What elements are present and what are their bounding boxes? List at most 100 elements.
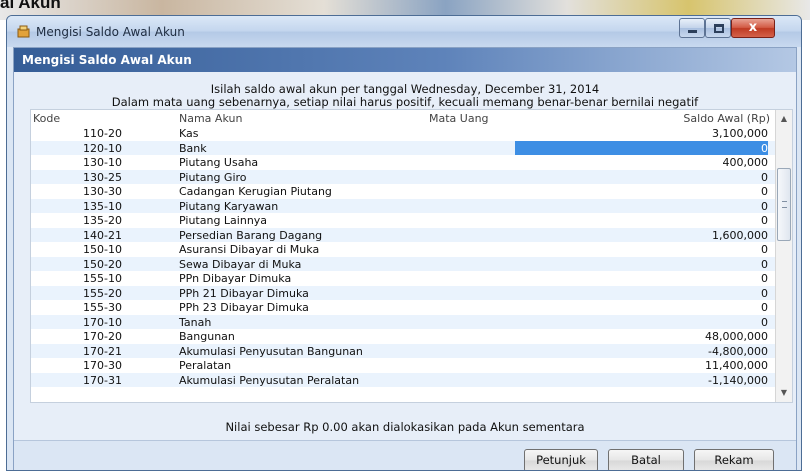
petunjuk-button[interactable]: Petunjuk xyxy=(524,449,598,470)
batal-button[interactable]: Batal xyxy=(608,449,684,470)
scroll-down-icon[interactable]: ▼ xyxy=(778,386,790,400)
cell-saldo-awal[interactable]: 0 xyxy=(761,301,768,314)
cell-saldo-awal[interactable]: 0 xyxy=(761,200,768,213)
cell-kode: 150-20 xyxy=(83,257,122,271)
rekam-button[interactable]: Rekam xyxy=(694,449,774,470)
column-header-saldo-awal[interactable]: Saldo Awal (Rp) xyxy=(683,112,770,125)
cell-nama-akun: Bank xyxy=(179,141,207,155)
cell-saldo-awal[interactable]: 11,400,000 xyxy=(705,359,768,372)
intro-text-date: Isilah saldo awal akun per tanggal Wedne… xyxy=(210,82,600,96)
allocation-note: Nilai sebesar Rp 0.00 akan dialokasikan … xyxy=(225,420,585,434)
cell-kode: 155-20 xyxy=(83,286,122,300)
cell-nama-akun: Piutang Lainnya xyxy=(179,214,268,227)
table-row[interactable]: 170-10 Tanah 0 xyxy=(31,314,776,329)
dialog-client: Mengisi Saldo Awal Akun Isilah saldo awa… xyxy=(13,47,797,470)
table-row[interactable]: 170-31 Akumulasi Penyusutan Peralatan -1,1… xyxy=(31,372,776,387)
minimize-button[interactable] xyxy=(679,18,705,38)
minimize-icon xyxy=(688,30,697,33)
table-row[interactable]: 150-20 Sewa Dibayar di Muka 0 xyxy=(31,256,776,271)
column-header-kode[interactable]: Kode xyxy=(33,112,60,125)
cell-saldo-awal[interactable]: 0 xyxy=(761,214,768,227)
cell-nama-akun: Piutang Usaha xyxy=(179,156,259,169)
cell-kode: 130-10 xyxy=(83,156,122,169)
cell-saldo-awal[interactable]: 0 xyxy=(761,287,768,300)
cell-nama-akun: Sewa Dibayar di Muka xyxy=(179,257,302,271)
cell-kode: 110-20 xyxy=(83,127,122,140)
table-row[interactable]: 155-30 PPh 23 Dibayar Dimuka 0 xyxy=(31,300,776,315)
cell-kode: 170-31 xyxy=(83,373,122,387)
cell-saldo-awal[interactable]: 0 xyxy=(761,272,768,285)
cell-kode: 120-10 xyxy=(83,141,122,155)
table-row[interactable]: 155-10 PPn Dibayar Dimuka 0 xyxy=(31,271,776,286)
maximize-icon xyxy=(714,24,724,33)
cell-saldo-awal[interactable]: 0 xyxy=(761,258,768,271)
window-titlebar[interactable]: Mengisi Saldo Awal Akun x xyxy=(7,16,801,47)
cell-kode: 170-30 xyxy=(83,359,122,372)
cell-nama-akun: Bangunan xyxy=(179,330,235,343)
table-row[interactable]: 130-30 Cadangan Kerugian Piutang 0 xyxy=(31,184,776,199)
cell-nama-akun: Peralatan xyxy=(179,359,232,372)
table-row[interactable]: 140-21 Persedian Barang Dagang 1,600,000 xyxy=(31,227,776,242)
table-row[interactable]: 130-10 Piutang Usaha 400,000 xyxy=(31,155,776,170)
cell-nama-akun: Kas xyxy=(179,127,199,140)
cell-kode: 130-30 xyxy=(83,185,122,198)
table-row[interactable]: 155-20 PPh 21 Dibayar Dimuka 0 xyxy=(31,285,776,300)
column-header-nama-akun[interactable]: Nama Akun xyxy=(179,112,242,125)
cell-saldo-awal[interactable]: 48,000,000 xyxy=(705,330,768,343)
scroll-up-icon[interactable]: ▲ xyxy=(778,112,790,126)
dialog-window: Mengisi Saldo Awal Akun x Mengisi Saldo … xyxy=(6,15,802,471)
window-title: Mengisi Saldo Awal Akun xyxy=(36,25,185,39)
panel-header-text: Mengisi Saldo Awal Akun xyxy=(22,53,192,67)
column-header-mata-uang[interactable]: Mata Uang xyxy=(429,112,489,125)
cell-kode: 155-30 xyxy=(83,301,122,314)
accounts-table: Kode Nama Akun Mata Uang Saldo Awal (Rp)… xyxy=(30,109,793,403)
cell-kode: 155-10 xyxy=(83,272,122,285)
cell-nama-akun: Akumulasi Penyusutan Peralatan xyxy=(179,373,360,387)
cell-kode: 170-21 xyxy=(83,344,122,358)
close-button[interactable]: x xyxy=(731,18,775,38)
saldo-edit-cell[interactable] xyxy=(515,140,768,155)
cell-kode: 140-21 xyxy=(83,228,122,242)
cell-saldo-awal[interactable]: -4,800,000 xyxy=(708,345,768,358)
table-row[interactable]: 135-10 Piutang Karyawan 0 xyxy=(31,198,776,213)
cell-nama-akun: Tanah xyxy=(179,315,212,329)
table-row[interactable]: 135-20 Piutang Lainnya 0 xyxy=(31,213,776,228)
cell-nama-akun: PPh 23 Dibayar Dimuka xyxy=(179,301,309,314)
table-row[interactable]: 150-10 Asuransi Dibayar di Muka 0 xyxy=(31,242,776,257)
cell-kode: 170-10 xyxy=(83,315,122,329)
table-row[interactable]: 170-21 Akumulasi Penyusutan Bangunan -4,80… xyxy=(31,343,776,358)
cell-nama-akun: Cadangan Kerugian Piutang xyxy=(179,185,332,198)
cell-kode: 150-10 xyxy=(83,243,122,256)
vertical-scrollbar[interactable]: ▲ ▼ xyxy=(775,110,792,402)
cell-saldo-awal[interactable]: -1,140,000 xyxy=(708,374,768,387)
cell-nama-akun: Persedian Barang Dagang xyxy=(179,228,323,242)
table-row[interactable]: 130-25 Piutang Giro 0 xyxy=(31,169,776,184)
cell-nama-akun: Asuransi Dibayar di Muka xyxy=(179,243,320,256)
cell-saldo-awal[interactable]: 0 xyxy=(761,243,768,256)
cell-saldo-awal[interactable]: 0 xyxy=(761,142,768,155)
close-icon: x xyxy=(748,20,758,35)
app-icon xyxy=(17,25,30,38)
cell-saldo-awal[interactable]: 0 xyxy=(761,316,768,329)
cell-saldo-awal[interactable]: 0 xyxy=(761,171,768,184)
button-bar: Petunjuk Batal Rekam xyxy=(14,440,796,470)
cell-nama-akun: Piutang Giro xyxy=(179,170,247,184)
cell-nama-akun: PPn Dibayar Dimuka xyxy=(179,272,292,285)
grip-icon xyxy=(782,201,787,208)
cell-saldo-awal[interactable]: 3,100,000 xyxy=(712,127,768,140)
cell-saldo-awal[interactable]: 400,000 xyxy=(723,156,769,169)
cell-nama-akun: PPh 21 Dibayar Dimuka xyxy=(179,286,309,300)
scroll-thumb[interactable] xyxy=(777,168,791,241)
table-row[interactable]: 170-30 Peralatan 11,400,000 xyxy=(31,358,776,373)
table-row[interactable]: 120-10 Bank 0 xyxy=(31,140,776,155)
table-row[interactable]: 170-20 Bangunan 48,000,000 xyxy=(31,329,776,344)
cell-nama-akun: Piutang Karyawan xyxy=(179,199,279,213)
cell-kode: 135-20 xyxy=(83,214,122,227)
table-row[interactable]: 110-20 Kas 3,100,000 xyxy=(31,126,776,141)
cell-saldo-awal[interactable]: 0 xyxy=(761,185,768,198)
maximize-button[interactable] xyxy=(705,18,731,38)
cell-kode: 130-25 xyxy=(83,170,122,184)
cell-kode: 135-10 xyxy=(83,199,122,213)
cell-saldo-awal[interactable]: 1,600,000 xyxy=(712,229,768,242)
page-title: al Akun xyxy=(0,0,61,12)
